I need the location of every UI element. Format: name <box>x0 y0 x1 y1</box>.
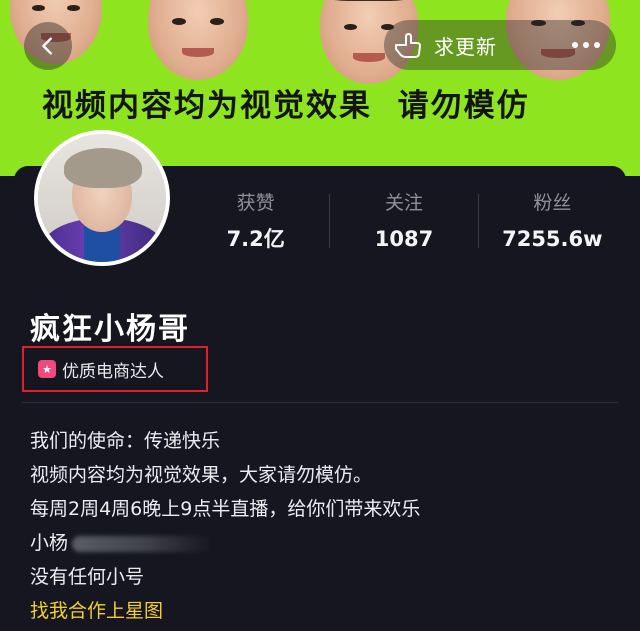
banner-warning-text: 视频内容均为视觉效果 请勿模仿 <box>42 88 530 124</box>
stat-label: 粉丝 <box>533 192 572 214</box>
stat-label: 获赞 <box>236 192 275 214</box>
chevron-left-icon <box>42 37 52 55</box>
more-options-button[interactable] <box>560 26 612 64</box>
divider <box>22 402 618 403</box>
star-badge-icon: ★ <box>38 360 56 378</box>
request-update-label: 求更新 <box>434 34 497 59</box>
stat-followers[interactable]: 粉丝 7255.6w <box>479 188 626 254</box>
bio-line: 我们的使命：传递快乐 <box>30 430 221 452</box>
stat-following[interactable]: 关注 1087 <box>330 188 477 254</box>
request-update-button[interactable]: 求更新 <box>392 24 497 66</box>
creator-badge[interactable]: ★ 优质电商达人 <box>22 346 208 392</box>
stat-label: 关注 <box>384 192 423 214</box>
hand-point-icon <box>395 33 421 58</box>
avatar[interactable] <box>34 130 170 266</box>
stat-likes[interactable]: 获赞 7.2亿 <box>182 188 329 254</box>
profile-name: 疯狂小杨哥 <box>30 312 190 347</box>
profile-screen: 视频内容均为视觉效果 请勿模仿 求更新 获赞 7.2亿 关注 1087 粉丝 7… <box>0 0 640 631</box>
bio-line-redacted: 小杨 <box>30 526 610 560</box>
bio-line: 视频内容均为视觉效果，大家请勿模仿。 <box>30 464 373 486</box>
blurred-text <box>72 535 213 552</box>
banner-face-image <box>148 0 248 80</box>
badge-label: 优质电商达人 <box>62 361 164 382</box>
profile-bio: 我们的使命：传递快乐 视频内容均为视觉效果，大家请勿模仿。 每周2周4周6晚上9… <box>30 424 610 628</box>
stat-value: 7.2亿 <box>226 227 285 251</box>
xingtu-cooperation-link[interactable]: 找我合作上星图 <box>30 594 610 628</box>
bio-line: 没有任何小号 <box>30 566 145 588</box>
bio-line: 每周2周4周6晚上9点半直播，给你们带来欢乐 <box>30 498 421 520</box>
profile-stats: 获赞 7.2亿 关注 1087 粉丝 7255.6w <box>182 188 626 254</box>
profile-card: 获赞 7.2亿 关注 1087 粉丝 7255.6w 疯狂小杨哥 ★ 优质电商达… <box>14 130 626 631</box>
stat-value: 7255.6w <box>502 227 603 251</box>
bio-line-visible: 小杨 <box>30 532 69 554</box>
more-horizontal-icon <box>572 42 578 48</box>
back-button[interactable] <box>24 22 72 70</box>
stat-value: 1087 <box>374 227 434 251</box>
